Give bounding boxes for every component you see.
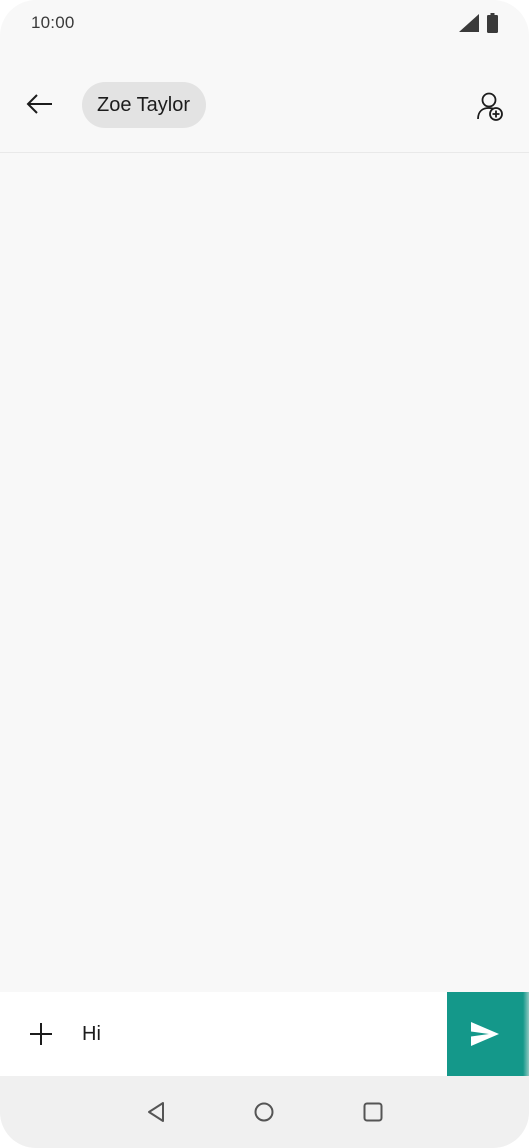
arrow-left-icon	[26, 94, 52, 114]
conversation-area[interactable]	[0, 153, 529, 992]
add-contact-button[interactable]	[466, 82, 514, 130]
message-input[interactable]	[82, 1012, 432, 1056]
nav-recents-icon	[363, 1102, 383, 1122]
nav-home-icon	[254, 1102, 274, 1122]
nav-home-button[interactable]	[250, 1098, 278, 1126]
nav-back-button[interactable]	[142, 1098, 170, 1126]
recipient-name: Zoe Taylor	[97, 93, 191, 116]
send-icon	[471, 1022, 499, 1046]
compose-bar	[0, 992, 529, 1076]
nav-recents-button[interactable]	[359, 1098, 387, 1126]
phone-screen: 10:00 Zoe Taylor	[0, 0, 529, 1148]
plus-icon	[30, 1023, 52, 1045]
attach-button[interactable]	[18, 1012, 64, 1056]
status-time: 10:00	[31, 13, 75, 32]
recipient-chip[interactable]: Zoe Taylor	[82, 82, 207, 128]
back-button[interactable]	[18, 84, 62, 124]
app-bar: Zoe Taylor	[0, 48, 529, 153]
send-button[interactable]	[447, 992, 523, 1076]
send-button-edge	[523, 992, 529, 1076]
status-bar: 10:00	[0, 0, 529, 48]
nav-bar	[0, 1076, 529, 1148]
person-add-icon	[477, 92, 503, 121]
battery-icon	[487, 13, 498, 33]
signal-icon	[459, 14, 479, 32]
nav-back-icon	[148, 1102, 164, 1122]
